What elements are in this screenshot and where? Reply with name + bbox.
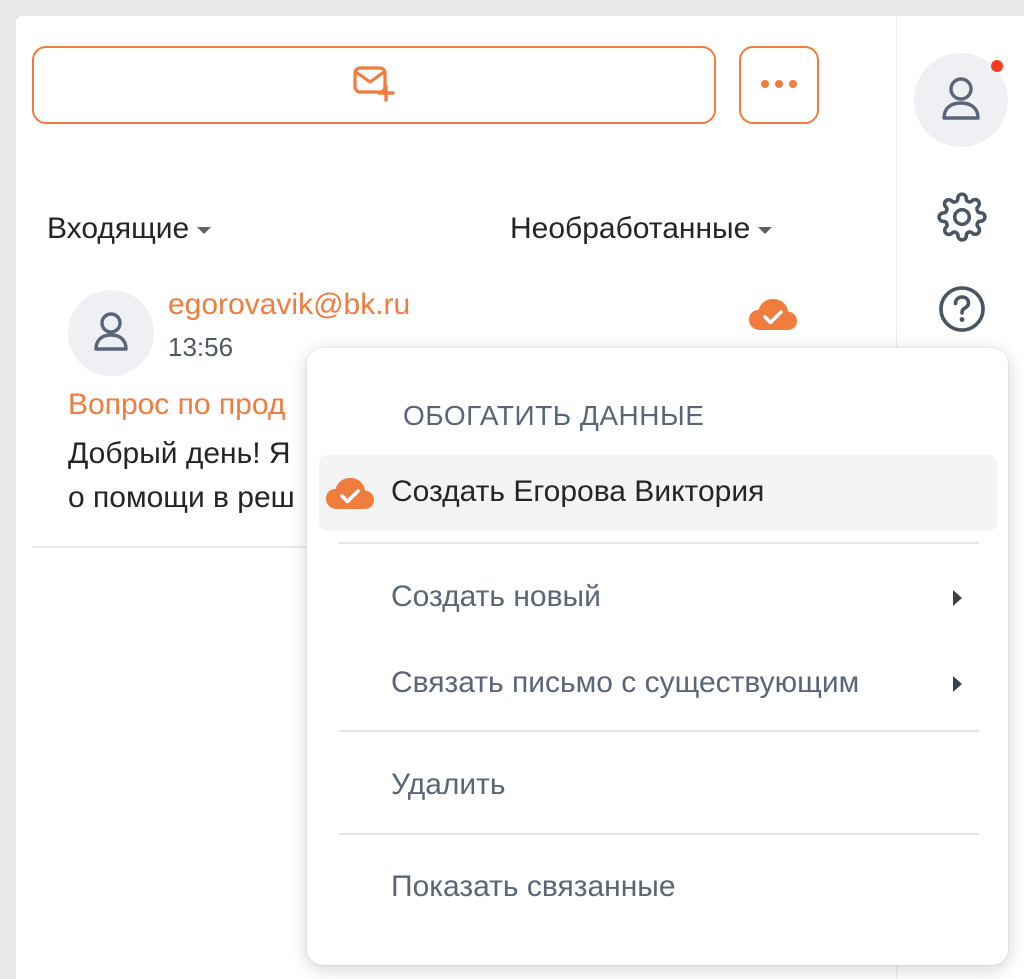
menu-item-label: Показать связанные: [391, 870, 676, 903]
settings-button[interactable]: [937, 192, 987, 242]
menu-item-label: Связать письмо с существующим: [391, 666, 860, 699]
menu-item-show-linked[interactable]: Показать связанные: [307, 858, 1008, 918]
envelope-plus-icon: [352, 63, 396, 108]
menu-divider: [339, 833, 979, 835]
menu-item-label: Создать новый: [391, 580, 601, 613]
menu-item-link-existing[interactable]: Связать письмо с существующим: [307, 654, 1008, 714]
chevron-down-icon: [758, 226, 773, 234]
avatar: [68, 290, 154, 376]
gear-icon: [937, 192, 987, 246]
menu-divider: [339, 730, 979, 732]
chevron-right-icon: [953, 590, 962, 606]
menu-section-header: ОБОГАТИТЬ ДАННЫЕ: [403, 400, 705, 431]
email-preview-line: о помощи в реш: [68, 481, 295, 514]
email-subject: Вопрос по прод: [68, 388, 286, 421]
menu-item-create-new[interactable]: Создать новый: [307, 568, 1008, 628]
status-filter-dropdown[interactable]: Необработанные: [510, 212, 773, 246]
compose-button[interactable]: [32, 46, 716, 124]
user-icon: [939, 74, 983, 127]
menu-item-delete[interactable]: Удалить: [307, 756, 1008, 816]
cloud-check-icon: [325, 477, 375, 516]
notification-dot: [991, 60, 1003, 72]
cloud-check-icon: [748, 298, 798, 337]
email-preview: Добрый день! Я о помощи в реш: [68, 432, 328, 520]
ellipsis-icon: [760, 76, 798, 94]
menu-item-label: Удалить: [391, 768, 506, 801]
menu-item-label: Создать Егорова Виктория: [391, 475, 765, 508]
status-filter-label: Необработанные: [510, 212, 751, 245]
email-time: 13:56: [168, 332, 234, 362]
menu-divider: [339, 542, 979, 544]
question-circle-icon: [937, 286, 987, 338]
chevron-right-icon: [953, 676, 962, 692]
email-sender: egorovavik@bk.ru: [168, 288, 411, 321]
folder-filter-dropdown[interactable]: Входящие: [47, 212, 212, 246]
more-options-button[interactable]: [739, 46, 819, 124]
folder-filter-label: Входящие: [47, 212, 190, 245]
context-menu: ОБОГАТИТЬ ДАННЫЕ Создать Егорова Виктори…: [307, 348, 1008, 965]
chevron-down-icon: [197, 226, 212, 234]
menu-item-create-contact[interactable]: Создать Егорова Виктория: [319, 455, 997, 531]
user-icon: [91, 309, 131, 358]
email-preview-line: Добрый день! Я: [68, 437, 291, 470]
help-button[interactable]: [937, 284, 987, 334]
